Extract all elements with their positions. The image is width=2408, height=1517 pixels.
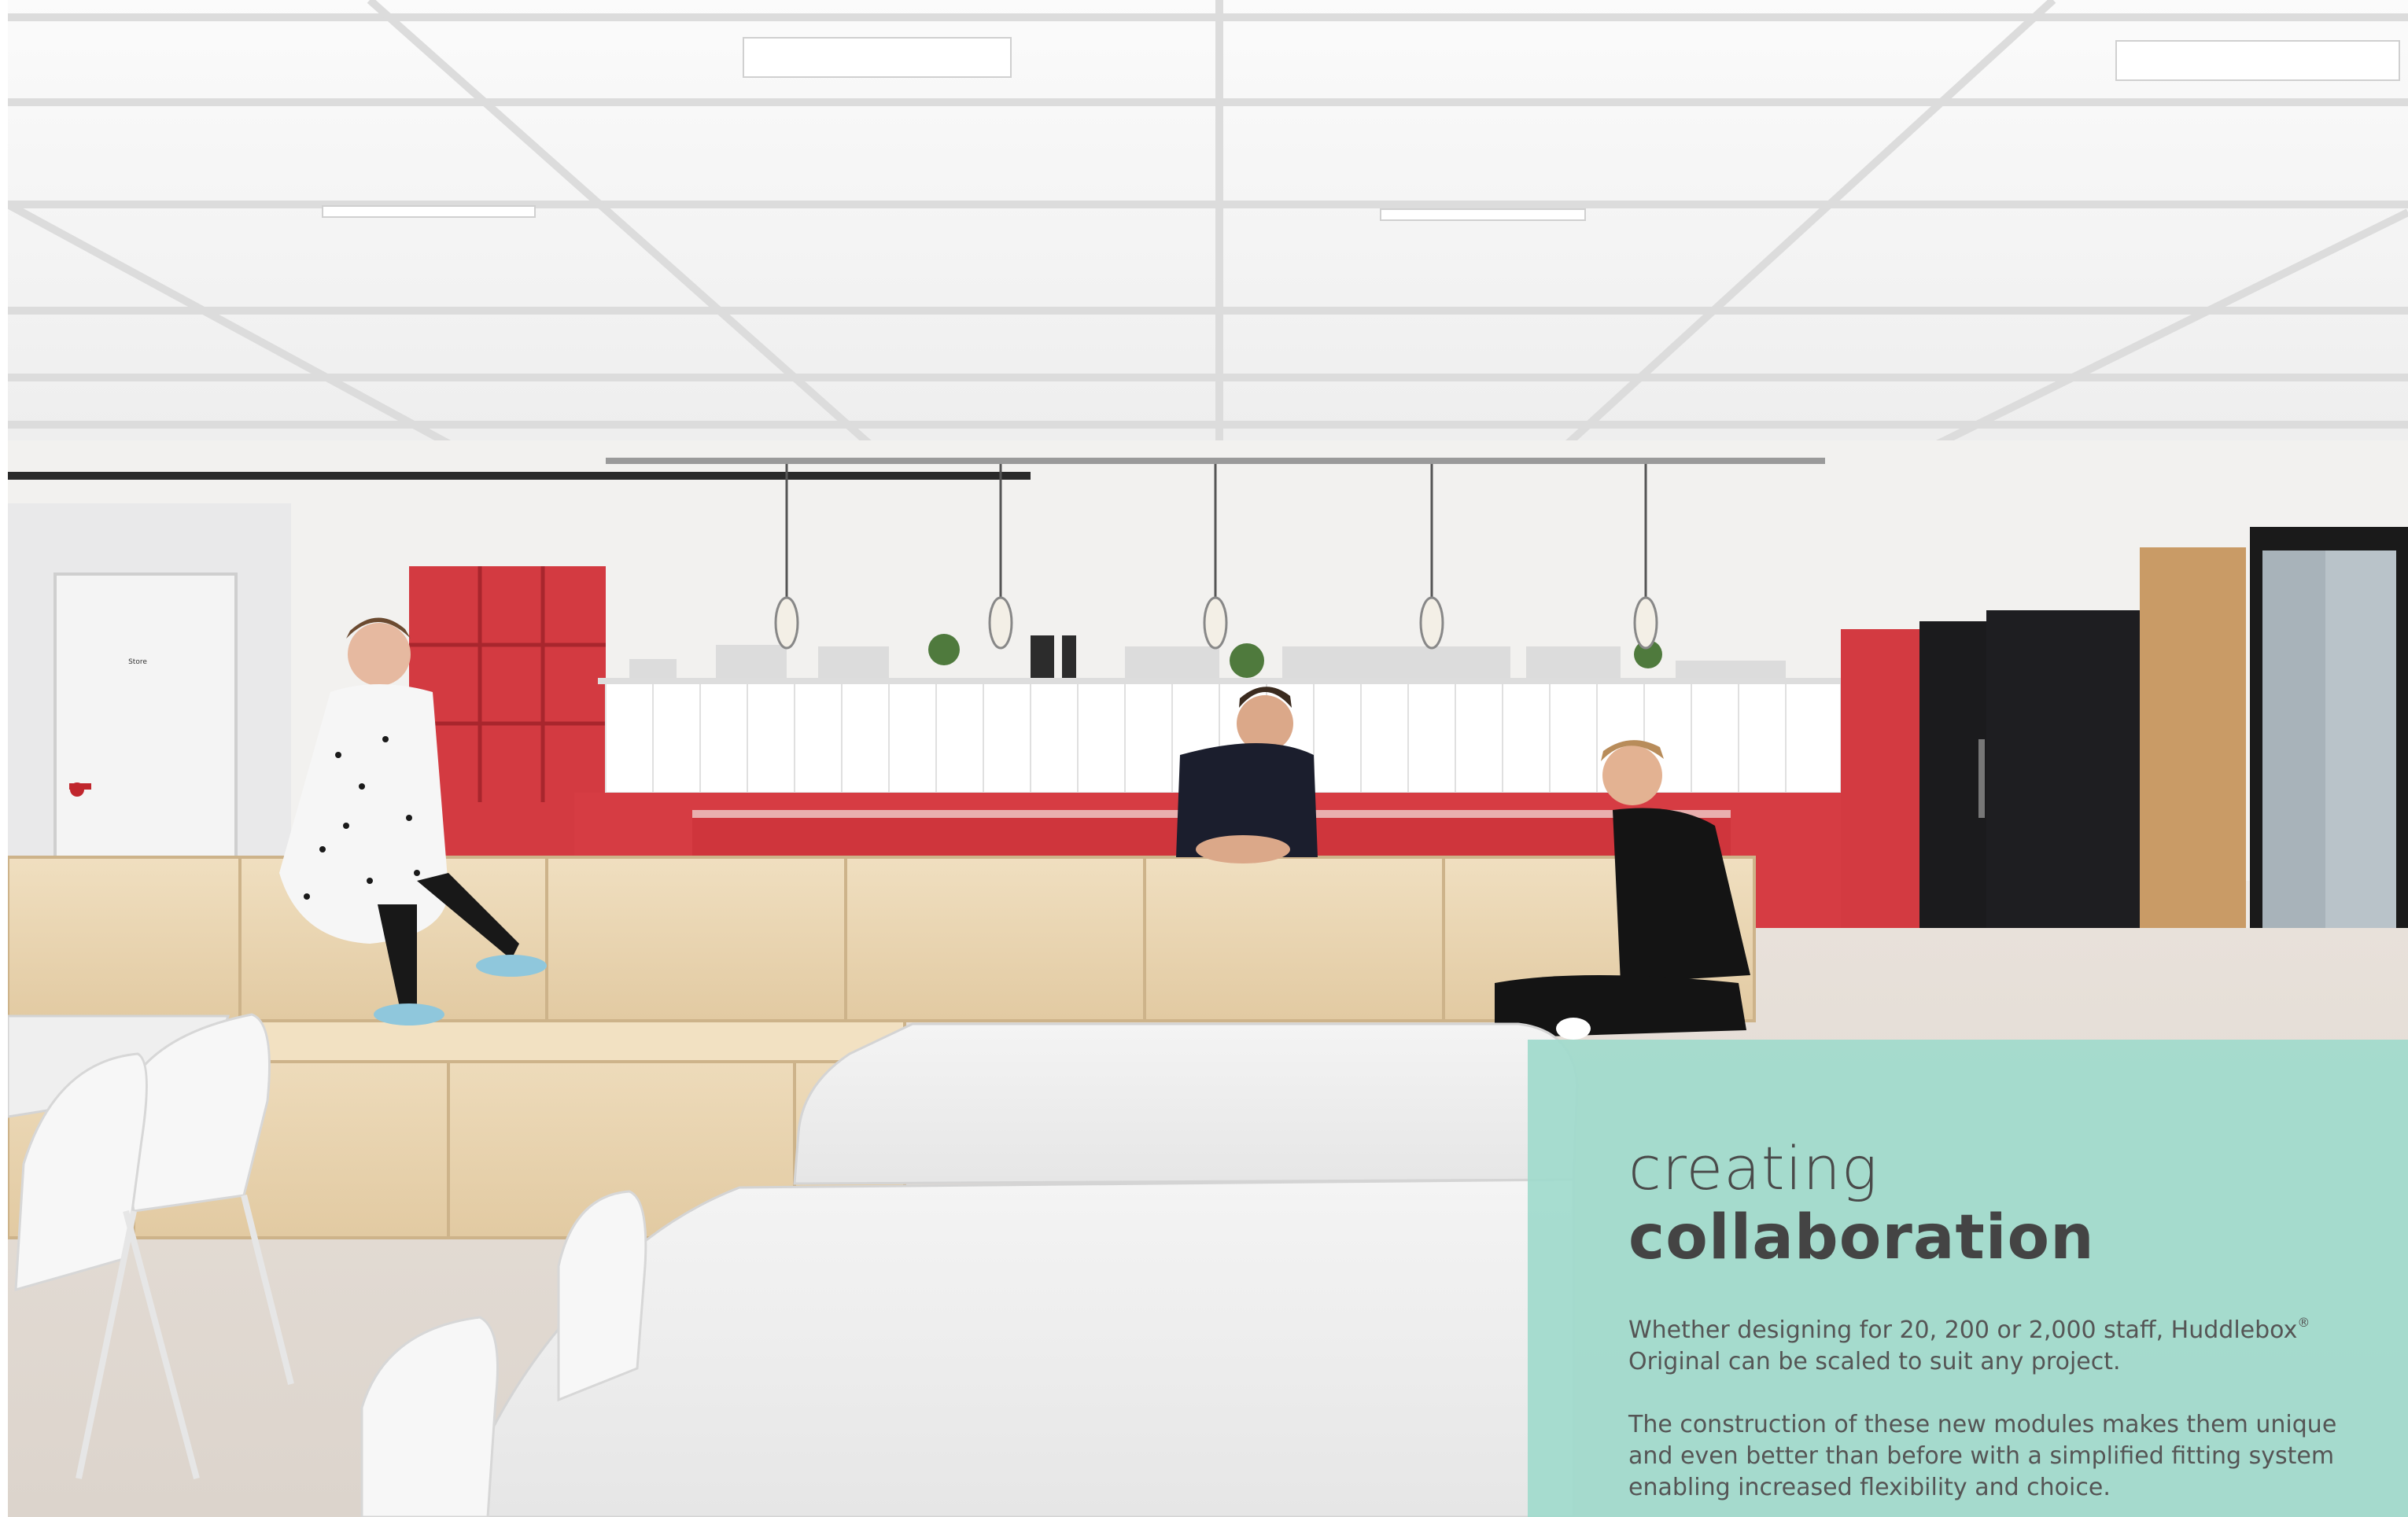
paragraph-scaling-text-end: Original can be scaled to suit any proje… <box>1628 1348 2121 1375</box>
cable-tray <box>8 472 1031 480</box>
paragraph-scaling: Whether designing for 20, 200 or 2,000 s… <box>1628 1307 2352 1378</box>
door-sign: Store <box>128 658 147 666</box>
brochure-page: Store creating collaboration Whether des… <box>0 0 2408 1517</box>
kitchen-shelf <box>598 678 1849 684</box>
store-door <box>53 573 238 867</box>
text-panel: creating collaboration Whether designing… <box>1528 1040 2408 1517</box>
registered-mark: ® <box>2297 1315 2310 1330</box>
heading-creating: creating <box>1628 1133 1879 1203</box>
heading-collaboration: collaboration <box>1628 1202 2095 1273</box>
paragraph-construction: The construction of these new modules ma… <box>1628 1411 2337 1501</box>
paragraph-scaling-text: Whether designing for 20, 200 or 2,000 s… <box>1628 1316 2298 1344</box>
red-tall-cabinet <box>1841 629 1927 944</box>
table-back <box>793 1022 1579 1185</box>
